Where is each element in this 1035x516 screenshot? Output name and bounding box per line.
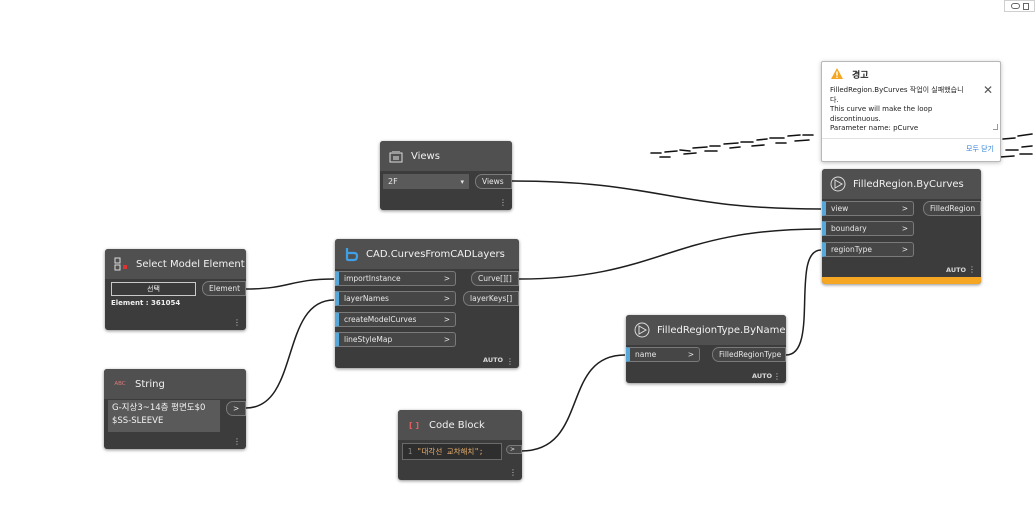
input-port-regiontype[interactable]: regionType > [822,242,914,257]
output-port-curves[interactable]: Curve[][] [471,271,519,286]
wire-type-to-regiontype [785,249,822,356]
input-port-layernames[interactable]: layerNames > [335,291,456,306]
node-title: Select Model Element [136,258,245,270]
cad-logo-icon [343,246,359,262]
chevron-right-icon: > [901,245,908,254]
node-header[interactable]: FilledRegion.ByCurves [822,169,981,199]
input-port-boundary[interactable]: boundary > [822,221,914,236]
node-title: Code Block [429,419,485,431]
node-header[interactable]: FilledRegionType.ByName [626,315,786,345]
string-value-line1: G-지상3~14층 평면도$0 [112,403,206,413]
string-input[interactable]: G-지상3~14층 평면도$0 $SS-SLEEVE [108,400,220,432]
node-menu-icon[interactable]: ⋮ [968,266,976,274]
chevron-right-icon: > [687,350,694,359]
wire-element-to-importinstance [245,278,335,290]
close-icon[interactable]: ✕ [983,84,993,96]
string-value-line2: $SS-SLEEVE [112,416,164,426]
warning-divider [822,138,1000,139]
output-port-string[interactable]: > [226,401,246,416]
chevron-right-icon: > [443,335,450,344]
node-header[interactable]: Select Model Element [105,249,246,279]
chevron-down-icon: ▾ [460,177,464,186]
node-title: CAD.CurvesFromCADLayers [366,248,505,260]
dropdown-value: 2F [388,177,398,186]
node-header[interactable]: CAD.CurvesFromCADLayers [335,239,519,269]
node-header[interactable]: [ ] Code Block [398,410,522,440]
node-menu-icon[interactable]: ⋮ [233,319,241,327]
dismiss-all-link[interactable]: 모두 닫기 [966,144,994,154]
output-port-code[interactable]: > [506,445,522,454]
code-editor[interactable]: 1 "대각선 교차해치"; [402,443,502,460]
warning-title: 경고 [852,71,869,81]
view-dropdown[interactable]: 2F ▾ [383,174,469,189]
node-menu-icon[interactable]: ⋮ [509,469,517,477]
warning-status-bar [822,277,981,284]
line-number: 1 [407,447,413,456]
element-status: Element : 361054 [111,299,181,307]
dynamo-node-icon [634,322,650,338]
output-port-filledregiontype[interactable]: FilledRegionType [712,347,786,362]
node-menu-icon[interactable]: ⋮ [499,199,507,207]
node-menu-icon[interactable]: ⋮ [233,438,241,446]
code-text: "대각선 교차해치"; [417,447,484,456]
chevron-right-icon: > [901,204,908,213]
dynamo-node-icon [830,176,846,192]
chevron-right-icon: > [443,274,450,283]
string-icon: ABC [114,381,126,387]
canvas-toolbar[interactable] [1004,0,1035,12]
lacing-label: AUTO [483,356,504,364]
wire-views-to-view [511,180,822,210]
warning-header: 경고 [830,67,869,82]
input-port-createmodelcurves[interactable]: createModelCurves > [335,312,456,327]
code-block-icon: [ ] [408,420,420,430]
warning-message: FilledRegion.ByCurves 작업이 실패했습니 다. This … [830,86,964,132]
views-icon [388,148,404,164]
chevron-right-icon: > [901,224,908,233]
warning-popup[interactable]: 경고 ✕ FilledRegion.ByCurves 작업이 실패했습니 다. … [821,61,1001,162]
input-port-importinstance[interactable]: importInstance > [335,271,456,286]
chevron-right-icon: > [443,315,450,324]
lacing-label: AUTO [752,372,773,380]
doc-icon[interactable] [1022,2,1029,10]
filledregiontype-byname-node[interactable]: FilledRegionType.ByName name > FilledRegi… [626,315,786,383]
node-title: String [135,378,165,390]
node-title: FilledRegion.ByCurves [853,178,964,190]
resize-grip[interactable] [993,124,998,130]
node-header[interactable]: ABC String [104,369,246,399]
node-menu-icon[interactable]: ⋮ [506,358,514,366]
wire-string-to-layernames [245,299,335,409]
warning-triangle-icon [830,67,844,82]
node-header[interactable]: Views [380,141,512,171]
lacing-label: AUTO [946,266,967,274]
select-button[interactable]: 선택 [111,282,196,296]
cad-curves-node[interactable]: CAD.CurvesFromCADLayers importInstance > … [335,239,519,368]
string-node[interactable]: ABC String G-지상3~14층 평면도$0 $SS-SLEEVE > … [104,369,246,449]
input-port-linestylemap[interactable]: lineStyleMap > [335,332,456,347]
input-port-name[interactable]: name > [626,347,700,362]
select-element-icon [113,256,129,272]
node-title: Views [411,150,440,162]
select-model-element-node[interactable]: Select Model Element 선택 Element : 361054… [105,249,246,330]
input-port-view[interactable]: view > [822,201,914,216]
output-port-layerkeys[interactable]: layerKeys[] [463,291,519,306]
filledregion-bycurves-node[interactable]: FilledRegion.ByCurves view > boundary > re… [822,169,981,284]
wire-code-to-name [520,354,626,452]
node-title: FilledRegionType.ByName [657,324,786,336]
chevron-right-icon: > [443,294,450,303]
output-port-filledregion[interactable]: FilledRegion [923,201,981,216]
views-node[interactable]: Views 2F ▾ Views ⋮ [380,141,512,210]
code-block-node[interactable]: [ ] Code Block 1 "대각선 교차해치"; > ⋮ [398,410,522,480]
node-menu-icon[interactable]: ⋮ [773,373,781,381]
wire-curves-to-boundary [518,228,822,280]
output-port-views[interactable]: Views [475,174,512,189]
bike-icon[interactable] [1010,3,1020,9]
output-port-element[interactable]: Element [202,281,246,296]
